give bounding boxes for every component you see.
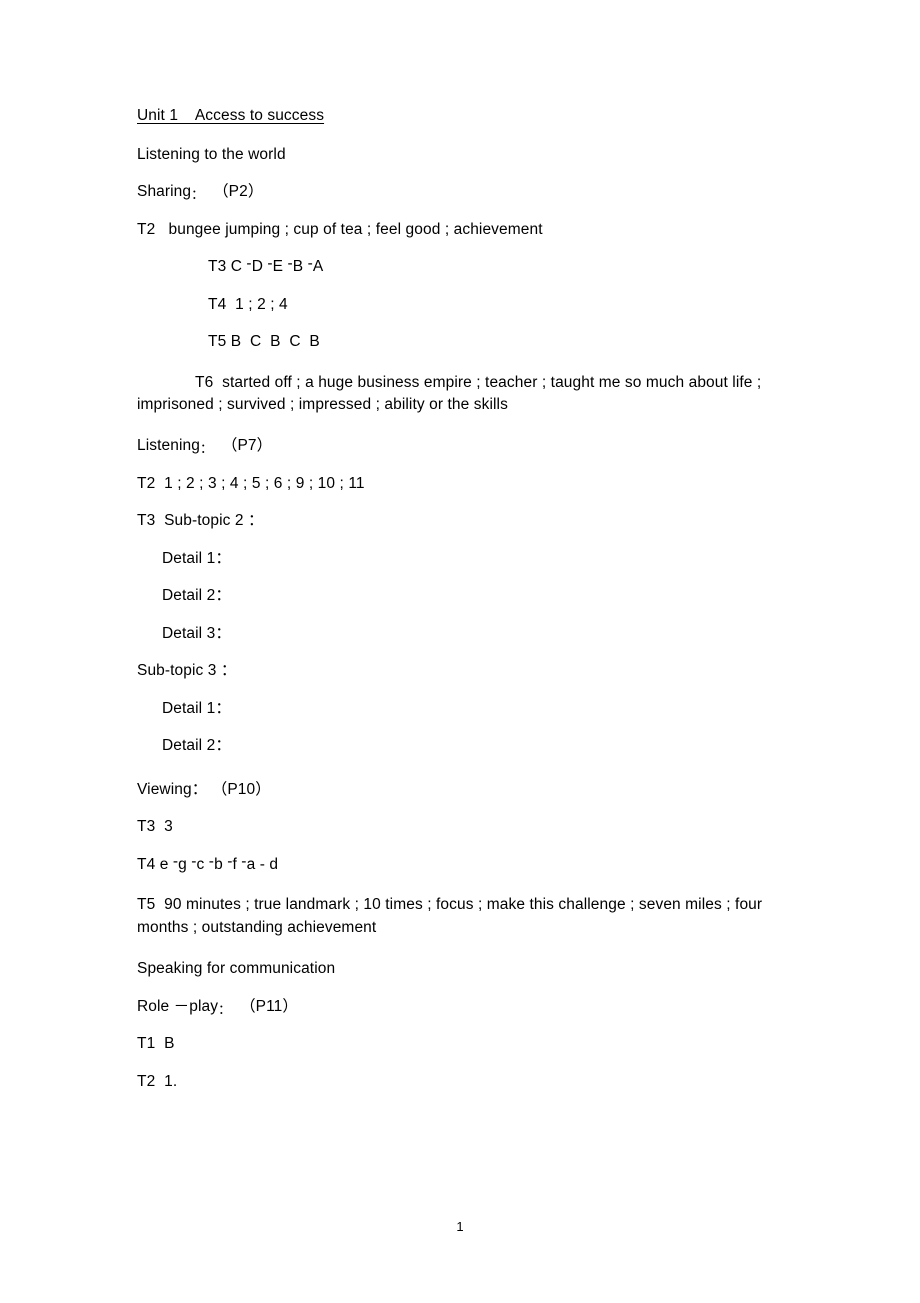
sharing-heading-spacer — [204, 183, 213, 200]
viewing-heading-colon: ： — [191, 780, 208, 798]
viewing-t4-answer: e -g -c -b -f -a - d — [159, 852, 279, 873]
role-play-t1: T1 B — [137, 1035, 175, 1053]
role-play-t2: T2 1. — [137, 1072, 178, 1090]
viewing-heading-label: Viewing — [137, 780, 192, 798]
sharing-t4-label: T4 — [208, 295, 227, 313]
sharing-t5-answer: B C B C B — [230, 333, 320, 350]
listening-heading-label: Listening — [137, 437, 200, 455]
page-number: 1 — [456, 1219, 464, 1234]
role-play-heading-label: Role －play — [137, 997, 219, 1015]
page-title: Unit 1 Access to success — [137, 108, 797, 124]
viewing-heading-page: （P10） — [211, 780, 271, 798]
sharing-t4: T4 1 ; 2 ; 4 — [208, 295, 797, 313]
list-item: Detail 1： — [162, 549, 231, 567]
sharing-t3-answer: C -D -E -B -A — [230, 255, 324, 275]
sharing-heading-colon: ： — [191, 187, 205, 202]
sharing-t3-label: T3 — [208, 258, 227, 275]
page-title-text: Unit 1 Access to success — [137, 107, 325, 124]
list-item: Detail 3： — [162, 624, 231, 642]
sharing-heading: Sharing： （P2） — [137, 183, 797, 202]
viewing-t4-label: T4 — [137, 855, 156, 873]
viewing-t4: T4 e -g -c -b -f -a - d — [137, 852, 797, 873]
listening-heading-spacer — [213, 437, 222, 454]
sharing-heading-label: Sharing — [137, 183, 192, 200]
page-footer: 1 — [0, 1219, 920, 1234]
listening-heading-colon: ： — [199, 441, 214, 457]
role-play-heading-colon: ： — [218, 1001, 232, 1017]
listening-heading-page: （P7） — [221, 437, 273, 455]
document-body: Unit 1 Access to success Listening to th… — [137, 108, 797, 1111]
list-item: Detail 2： — [162, 737, 231, 755]
section-heading-listening-to-the-world: Listening to the world — [137, 145, 286, 163]
section-heading-speaking-for-communication: Speaking for communication — [137, 960, 336, 978]
list-item: Detail 1： — [162, 699, 231, 717]
viewing-heading: Viewing： （P10） — [137, 782, 797, 798]
listening-t2: T2 1 ; 2 ; 3 ; 4 ; 5 ; 6 ; 9 ; 10 ; 11 — [137, 474, 365, 492]
viewing-t5: T5 90 minutes ; true landmark ; 10 times… — [137, 896, 767, 936]
listening-t3-subtopic-2: T3 Sub-topic 2 ： — [137, 512, 264, 530]
sharing-heading-page: （P2） — [213, 183, 264, 200]
document-page: Unit 1 Access to success Listening to th… — [0, 0, 920, 1303]
sharing-t3: T3 C -D -E -B -A — [208, 255, 797, 275]
sharing-t4-spacer — [226, 296, 235, 313]
viewing-t3: T3 3 — [137, 818, 173, 836]
role-play-heading-page: （P11） — [240, 997, 298, 1015]
listening-subtopic-3: Sub-topic 3 ： — [137, 662, 237, 680]
listening-heading: Listening： （P7） — [137, 437, 797, 457]
list-item: Detail 2： — [162, 587, 231, 605]
role-play-heading-spacer — [231, 998, 240, 1015]
sharing-t4-answer: 1 ; 2 ; 4 — [235, 295, 288, 313]
sharing-t5: T5 B C B C B — [208, 334, 797, 350]
sharing-t6: T6 started off ; a huge business empire … — [137, 373, 766, 413]
sharing-t2: T2 bungee jumping ; cup of tea ; feel go… — [137, 220, 543, 238]
sharing-t5-label: T5 — [208, 333, 227, 350]
role-play-heading: Role －play： （P11） — [137, 997, 797, 1017]
